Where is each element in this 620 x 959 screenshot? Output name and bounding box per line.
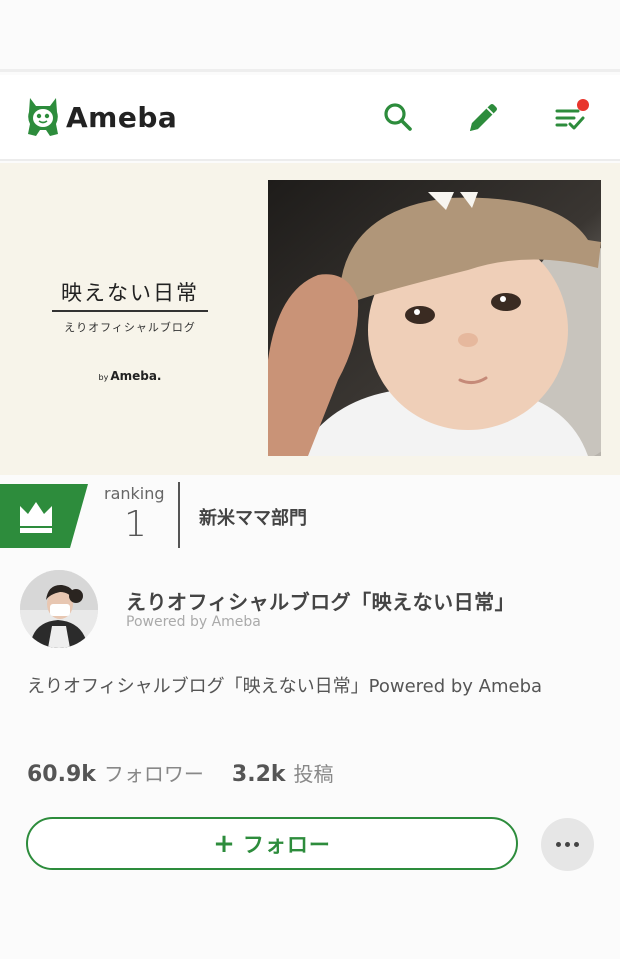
avatar[interactable] — [20, 570, 98, 648]
ranking-number: 1 — [124, 504, 147, 545]
follow-button[interactable]: + フォロー — [26, 817, 518, 870]
posts-label: 投稿 — [293, 762, 334, 786]
ranking-divider — [178, 482, 180, 548]
ranking-badge — [0, 484, 88, 548]
more-options-button[interactable] — [541, 818, 594, 871]
status-bar-area — [0, 0, 620, 72]
posts-count: 3.2k — [231, 762, 286, 787]
more-horizontal-icon — [574, 842, 579, 847]
banner-baby-photo — [268, 180, 601, 456]
banner-by-prefix: by — [98, 373, 109, 382]
search-icon — [384, 103, 412, 131]
blog-name[interactable]: えりオフィシャルブログ「映えない日常」 — [126, 586, 515, 615]
blog-description: えりオフィシャルブログ「映えない日常」Powered by Ameba — [27, 676, 543, 697]
menu-button[interactable] — [551, 97, 591, 137]
banner-subtitle: えりオフィシャルブログ — [64, 321, 196, 334]
edit-pencil-icon — [470, 104, 497, 131]
write-post-button[interactable] — [464, 97, 504, 137]
followers-count[interactable]: 60.9k — [27, 762, 96, 787]
blog-profile[interactable]: えりオフィシャルブログ「映えない日常」 Powered by Ameba — [0, 570, 620, 650]
ranking-category[interactable]: 新米ママ部門 — [199, 504, 307, 530]
ranking-row[interactable]: ranking 1 新米ママ部門 — [0, 476, 620, 550]
more-horizontal-icon — [556, 842, 561, 847]
ameba-logo[interactable]: Ameba — [26, 95, 177, 139]
search-button[interactable] — [378, 97, 418, 137]
logo-text: Ameba — [66, 100, 178, 134]
banner-by-brand: Ameba. — [110, 369, 162, 383]
followers-label[interactable]: フォロワー — [104, 758, 204, 787]
banner-title: 映えない日常 — [61, 281, 199, 305]
ameba-mascot-icon — [28, 98, 58, 136]
plus-icon: + — [213, 828, 235, 859]
powered-by: Powered by Ameba — [126, 614, 261, 630]
blog-stats: 60.9k フォロワー 3.2k 投稿 — [27, 758, 334, 787]
banner-divider — [52, 310, 208, 312]
follow-label: フォロー — [242, 832, 331, 857]
app-header: Ameba — [0, 75, 620, 161]
notification-dot — [577, 99, 589, 111]
banner-by-ameba: by Ameba. — [52, 369, 208, 383]
more-horizontal-icon — [565, 842, 570, 847]
ranking-label: ranking — [104, 484, 165, 503]
blog-header-banner[interactable]: 映えない日常 えりオフィシャルブログ by Ameba. — [0, 163, 620, 475]
